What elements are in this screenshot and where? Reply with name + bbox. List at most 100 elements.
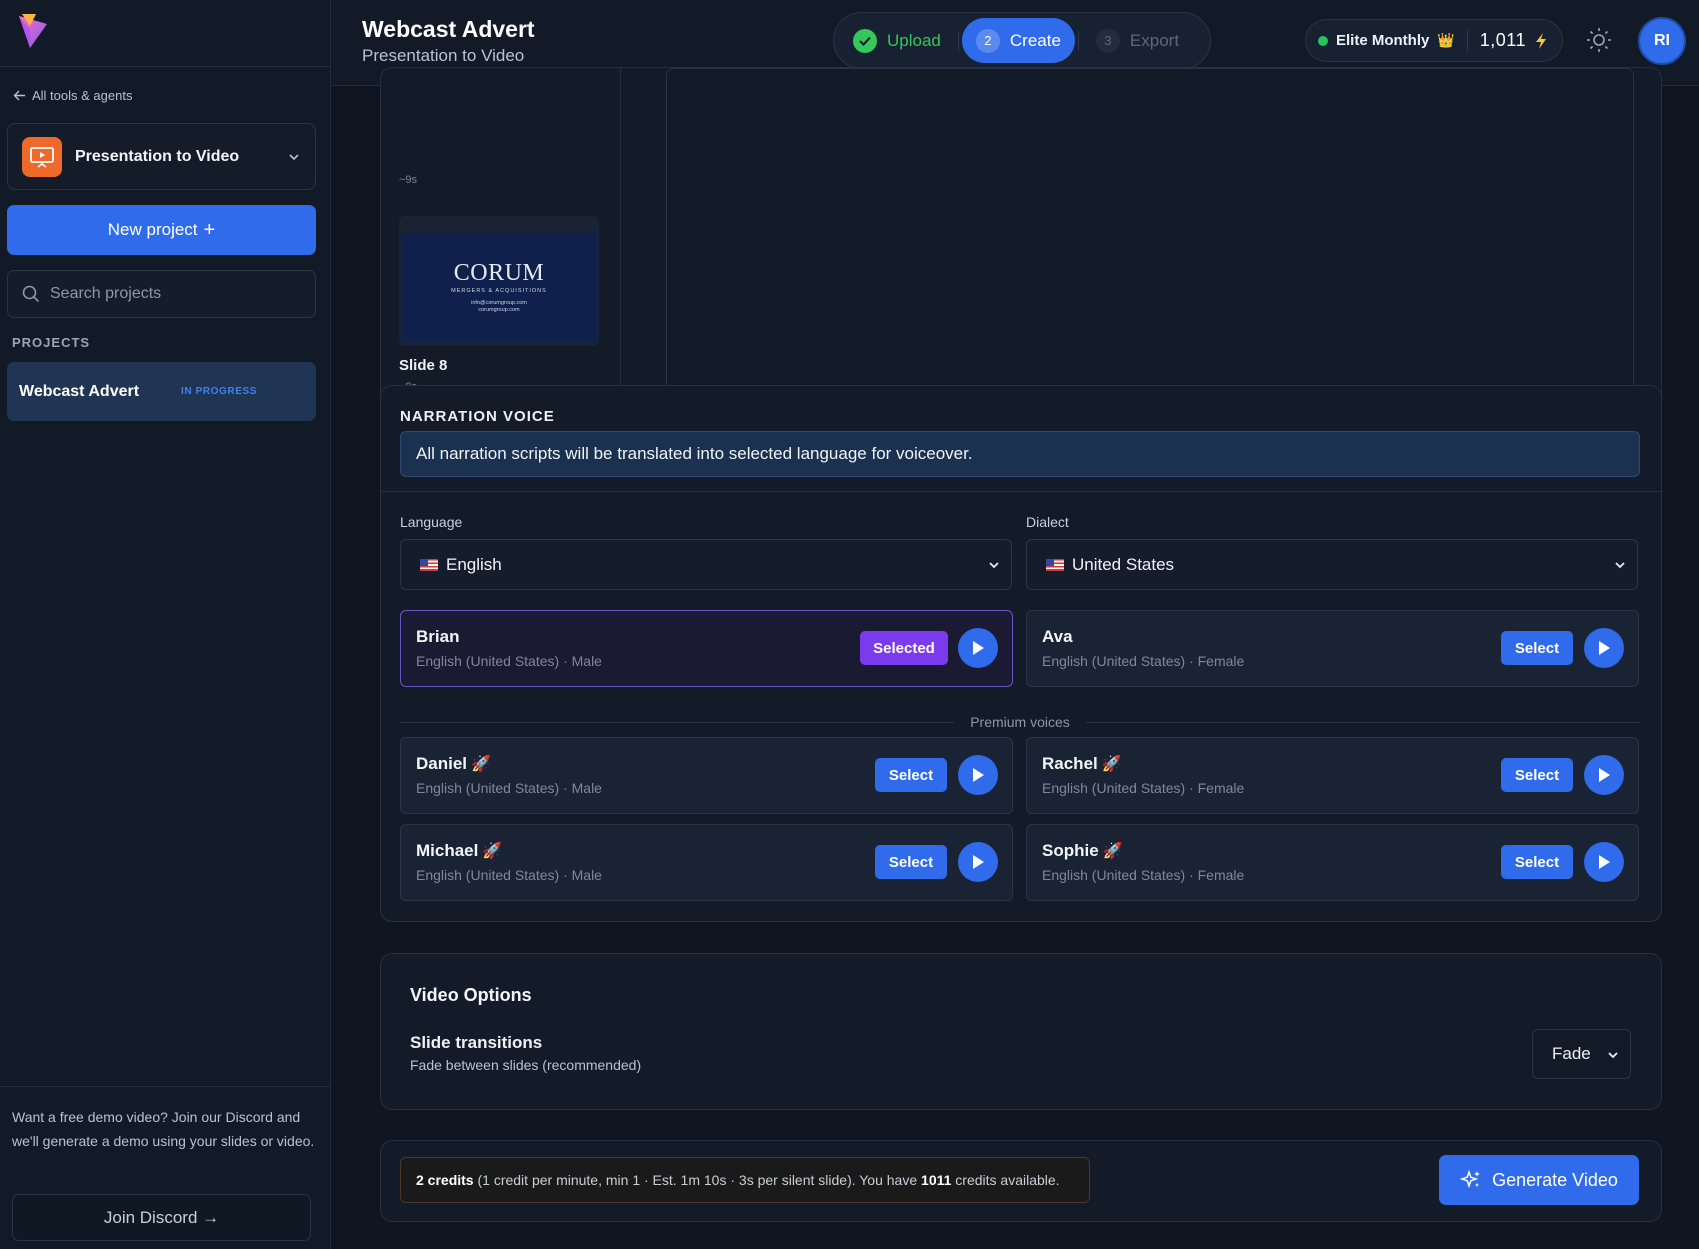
play-preview-button[interactable] bbox=[958, 842, 998, 882]
sidebar-divider bbox=[0, 1086, 331, 1087]
voice-meta: English (United States) · Male bbox=[416, 867, 602, 883]
voice-meta: English (United States) · Male bbox=[416, 780, 602, 796]
step-upload[interactable]: Upload bbox=[839, 18, 955, 63]
us-flag-icon bbox=[1046, 558, 1064, 571]
voice-meta: English (United States) · Female bbox=[1042, 867, 1245, 883]
voice-option-brian[interactable]: Brian English (United States) · Male Sel… bbox=[400, 610, 1013, 687]
step-export[interactable]: 3 Export bbox=[1082, 18, 1193, 63]
select-voice-button[interactable]: Select bbox=[875, 758, 947, 792]
all-tools-link[interactable]: All tools & agents bbox=[13, 88, 132, 103]
voice-option-daniel[interactable]: Daniel 🚀 English (United States) · Male S… bbox=[400, 737, 1013, 814]
dialect-label: Dialect bbox=[1026, 514, 1069, 530]
generate-video-button[interactable]: Generate Video bbox=[1439, 1155, 1639, 1205]
logo-icon bbox=[19, 14, 47, 48]
play-icon bbox=[973, 641, 984, 655]
voice-name: Sophie 🚀 bbox=[1042, 841, 1123, 860]
new-project-button[interactable]: New project + bbox=[7, 205, 316, 255]
voice-name: Rachel 🚀 bbox=[1042, 754, 1122, 773]
rocket-icon: 🚀 bbox=[1102, 843, 1123, 860]
tool-selector-label: Presentation to Video bbox=[75, 147, 240, 165]
step-divider bbox=[957, 30, 959, 51]
chevron-down-icon bbox=[989, 562, 999, 569]
voice-meta: English (United States) · Female bbox=[1042, 780, 1245, 796]
play-preview-button[interactable] bbox=[1584, 628, 1624, 668]
slide-thumbnail[interactable]: CORUM MERGERS & ACQUISITIONS info@corumg… bbox=[399, 216, 599, 346]
credits-count: 1,011 bbox=[1479, 30, 1526, 50]
play-icon bbox=[1599, 855, 1610, 869]
thumb-email-text: info@corumgroup.com bbox=[471, 300, 527, 306]
select-voice-button[interactable]: Select bbox=[1501, 758, 1573, 792]
theme-toggle[interactable] bbox=[1585, 26, 1613, 58]
transition-select[interactable]: Fade bbox=[1532, 1029, 1631, 1079]
thumb-logo-text: CORUM bbox=[453, 260, 545, 286]
select-voice-button[interactable]: Select bbox=[875, 845, 947, 879]
chevron-down-icon bbox=[1608, 1052, 1618, 1059]
rocket-icon: 🚀 bbox=[1101, 756, 1122, 773]
search-input[interactable] bbox=[50, 285, 290, 303]
credits-suffix: credits available. bbox=[955, 1172, 1060, 1188]
narration-script-editor[interactable] bbox=[666, 68, 1634, 416]
project-name: Webcast Advert bbox=[19, 382, 140, 400]
play-preview-button[interactable] bbox=[958, 628, 998, 668]
rocket-icon: 🚀 bbox=[471, 756, 491, 773]
voice-option-sophie[interactable]: Sophie 🚀 English (United States) · Female… bbox=[1026, 824, 1639, 901]
lightning-icon bbox=[1536, 32, 1546, 49]
step-export-number: 3 bbox=[1095, 28, 1120, 53]
credits-detail: (1 credit per minute, min 1 · Est. 1m 10… bbox=[477, 1172, 918, 1188]
step-divider bbox=[1077, 30, 1079, 51]
premium-voices-divider: Premium voices bbox=[400, 712, 1640, 732]
plan-credits-pill[interactable]: Elite Monthly 👑 1,011 bbox=[1305, 19, 1563, 62]
selected-button[interactable]: Selected bbox=[860, 631, 948, 665]
search-projects[interactable] bbox=[7, 270, 316, 318]
tool-selector[interactable]: Presentation to Video bbox=[7, 123, 316, 190]
divider-line bbox=[400, 721, 955, 723]
transition-value: Fade bbox=[1552, 1044, 1591, 1063]
new-project-label: New project bbox=[107, 220, 198, 239]
discord-promo-text: Want a free demo video? Join our Discord… bbox=[12, 1109, 315, 1149]
select-voice-button[interactable]: Select bbox=[1501, 845, 1573, 879]
voice-name: Michael 🚀 bbox=[416, 841, 503, 860]
play-icon bbox=[1599, 641, 1610, 655]
app-logo[interactable] bbox=[0, 0, 331, 67]
generate-video-label: Generate Video bbox=[1492, 1169, 1618, 1190]
play-preview-button[interactable] bbox=[958, 755, 998, 795]
dialect-select[interactable]: United States bbox=[1026, 539, 1638, 590]
step-create[interactable]: 2 Create bbox=[961, 18, 1075, 63]
us-flag-icon bbox=[420, 558, 438, 571]
voice-option-rachel[interactable]: Rachel 🚀 English (United States) · Female… bbox=[1026, 737, 1639, 814]
join-discord-button[interactable]: Join Discord → bbox=[12, 1194, 311, 1241]
step-indicator: Upload 2 Create 3 Export bbox=[833, 12, 1211, 69]
crown-icon: 👑 bbox=[1437, 32, 1455, 48]
play-preview-button[interactable] bbox=[1584, 755, 1624, 795]
voice-option-michael[interactable]: Michael 🚀 English (United States) · Male … bbox=[400, 824, 1013, 901]
divider bbox=[381, 491, 1663, 492]
language-label: Language bbox=[400, 514, 463, 530]
credit-estimate: 2 credits (1 credit per minute, min 1 · … bbox=[400, 1157, 1090, 1203]
project-item[interactable]: Webcast Advert IN PROGRESS bbox=[7, 362, 316, 421]
step-export-label: Export bbox=[1129, 30, 1180, 50]
project-status-badge: IN PROGRESS bbox=[181, 386, 258, 397]
page-title: Webcast Advert bbox=[362, 16, 535, 42]
projects-heading: PROJECTS bbox=[12, 335, 91, 350]
chevron-down-icon bbox=[1615, 562, 1625, 569]
chevron-down-icon bbox=[289, 153, 299, 160]
step-upload-label: Upload bbox=[887, 30, 941, 50]
voice-option-ava[interactable]: Ava English (United States) · Female Sel… bbox=[1026, 610, 1639, 687]
page-subtitle: Presentation to Video bbox=[362, 46, 525, 65]
sun-icon bbox=[1587, 28, 1611, 52]
select-voice-button[interactable]: Select bbox=[1501, 631, 1573, 665]
language-select[interactable]: English bbox=[400, 539, 1012, 590]
sidebar: All tools & agents Presentation to Video… bbox=[0, 0, 331, 1249]
main-content: ~9s CORUM MERGERS & ACQUISITIONS info@co… bbox=[332, 67, 1699, 1249]
user-avatar[interactable]: RI bbox=[1638, 17, 1686, 65]
play-icon bbox=[973, 768, 984, 782]
play-preview-button[interactable] bbox=[1584, 842, 1624, 882]
language-value: English bbox=[446, 554, 502, 574]
divider-line bbox=[1085, 721, 1640, 723]
premium-voices-label: Premium voices bbox=[970, 714, 1070, 730]
plan-divider bbox=[1466, 29, 1468, 52]
credits-available: 1011 bbox=[921, 1172, 952, 1188]
translation-info-banner: All narration scripts will be translated… bbox=[400, 431, 1640, 477]
presentation-icon bbox=[22, 136, 62, 177]
dialect-value: United States bbox=[1072, 554, 1175, 574]
